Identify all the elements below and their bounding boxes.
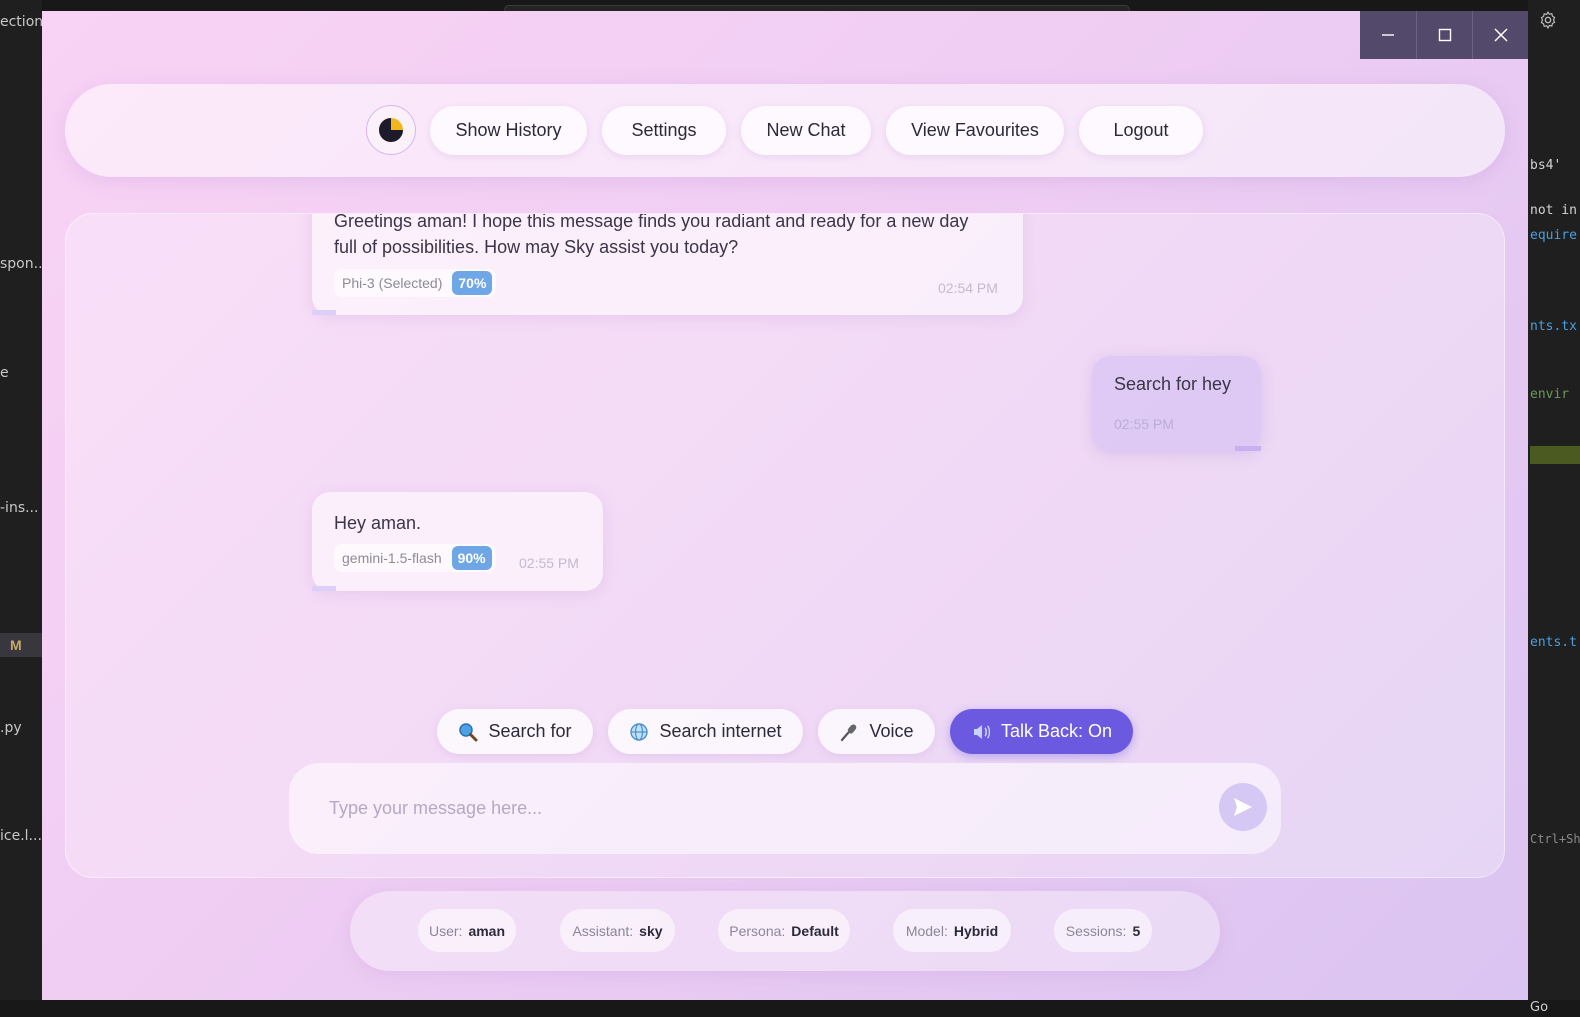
info-value: Hybrid: [953, 922, 999, 939]
search-for-button[interactable]: Search for: [437, 709, 593, 754]
magnifier-icon: [458, 722, 478, 742]
modified-badge: M: [0, 633, 42, 657]
assistant-message: Greetings aman! I hope this message find…: [312, 213, 1023, 315]
send-icon: [1234, 798, 1252, 816]
voice-label: Voice: [869, 721, 914, 741]
bubble-accent: [312, 310, 336, 315]
info-value: Default: [791, 922, 839, 939]
editor-fragment: Ctrl+Shi: [1530, 832, 1580, 846]
model-name: Phi-3 (Selected): [342, 275, 443, 291]
editor-fragment: spon...: [0, 256, 42, 272]
background-editor-left: ection spon... e -ins... M .py ice.l...: [0, 0, 42, 1017]
settings-button[interactable]: Settings: [602, 106, 726, 155]
info-persona: Persona: Default: [718, 909, 850, 952]
info-model: Model: Hybrid: [893, 909, 1011, 952]
editor-fragment: bs4': [1530, 158, 1562, 173]
editor-fragment: e: [0, 365, 9, 381]
search-internet-label: Search internet: [659, 721, 782, 741]
show-history-button[interactable]: Show History: [430, 106, 587, 155]
maximize-icon: [1438, 28, 1451, 42]
status-go: Go: [1530, 1000, 1549, 1015]
editor-fragment: -ins...: [0, 500, 39, 516]
voice-button[interactable]: Voice: [818, 709, 935, 754]
model-tag: Phi-3 (Selected) 70%: [334, 269, 497, 297]
info-label: Sessions:: [1065, 922, 1127, 939]
info-label: Model:: [905, 922, 948, 939]
search-internet-button[interactable]: Search internet: [608, 709, 803, 754]
confidence-badge: 70%: [452, 271, 493, 295]
info-value: aman: [468, 922, 506, 939]
minimize-icon: [1382, 34, 1394, 36]
editor-fragment: nts.tx: [1530, 319, 1577, 334]
editor-fragment: ice.l...: [0, 828, 42, 844]
message-text: Hey aman.: [334, 513, 422, 533]
message-timestamp: 02:55 PM: [519, 555, 579, 571]
info-value: sky: [639, 922, 663, 939]
info-value: 5: [1132, 922, 1141, 939]
message-input[interactable]: [329, 793, 1199, 823]
message-timestamp: 02:54 PM: [938, 280, 998, 296]
globe-icon: [629, 722, 649, 742]
info-label: User:: [428, 922, 463, 939]
moon-icon: [379, 118, 403, 142]
message-text: Search for hey: [1114, 374, 1232, 394]
message-text-line: full of possibilities. How may Sky assis…: [334, 237, 739, 257]
info-sessions: Sessions: 5: [1054, 909, 1152, 952]
editor-fragment: equire: [1530, 228, 1577, 243]
info-label: Persona:: [729, 922, 786, 939]
confidence-badge: 90%: [451, 546, 492, 570]
model-name: gemini-1.5-flash: [342, 550, 442, 566]
info-label: Assistant:: [572, 922, 634, 939]
send-button[interactable]: [1219, 783, 1267, 831]
chat-app-window: Show History Settings New Chat View Favo…: [42, 11, 1528, 1000]
logout-button[interactable]: Logout: [1079, 106, 1203, 155]
info-user: User: aman: [418, 909, 516, 952]
top-navigation-bar: Show History Settings New Chat View Favo…: [65, 84, 1505, 177]
assistant-message: Hey aman. gemini-1.5-flash 90% 02:55 PM: [312, 492, 603, 591]
editor-fragment: ents.t: [1530, 635, 1577, 650]
maximize-button[interactable]: [1416, 11, 1472, 59]
background-status-bar: Go: [0, 1000, 1580, 1017]
message-timestamp: 02:55 PM: [1114, 416, 1174, 432]
editor-fragment: .py: [0, 720, 22, 736]
editor-fragment: ection: [0, 14, 42, 30]
search-for-label: Search for: [488, 721, 572, 741]
background-editor-right: bs4' not in equire nts.tx envir ents.t C…: [1528, 0, 1580, 1017]
minimize-button[interactable]: [1360, 11, 1416, 59]
talk-back-label: Talk Back: On: [1000, 721, 1113, 741]
new-chat-button[interactable]: New Chat: [741, 106, 871, 155]
bubble-accent: [1235, 446, 1261, 451]
close-button[interactable]: [1472, 11, 1528, 59]
editor-fragment: envir: [1530, 387, 1570, 402]
talk-back-toggle[interactable]: Talk Back: On: [950, 709, 1133, 754]
close-icon: [1493, 28, 1508, 42]
window-controls: [1360, 11, 1528, 59]
session-info-bar: User: aman Assistant: sky Persona: Defau…: [350, 891, 1220, 971]
speaker-icon: [971, 722, 991, 742]
gear-icon[interactable]: [1538, 10, 1558, 30]
message-text-line: Greetings aman! I hope this message find…: [334, 213, 969, 231]
model-tag: gemini-1.5-flash 90%: [334, 544, 496, 572]
user-message: Search for hey 02:55 PM: [1092, 356, 1261, 451]
microphone-icon: [839, 722, 859, 742]
chat-panel: Greetings aman! I hope this message find…: [65, 213, 1505, 878]
editor-fragment: not in: [1530, 203, 1577, 218]
view-favourites-button[interactable]: View Favourites: [886, 106, 1064, 155]
theme-toggle-button[interactable]: [366, 105, 416, 155]
message-composer: [289, 763, 1281, 854]
editor-highlight: [1530, 446, 1580, 464]
info-assistant: Assistant: sky: [560, 909, 675, 952]
bubble-accent: [312, 586, 336, 591]
